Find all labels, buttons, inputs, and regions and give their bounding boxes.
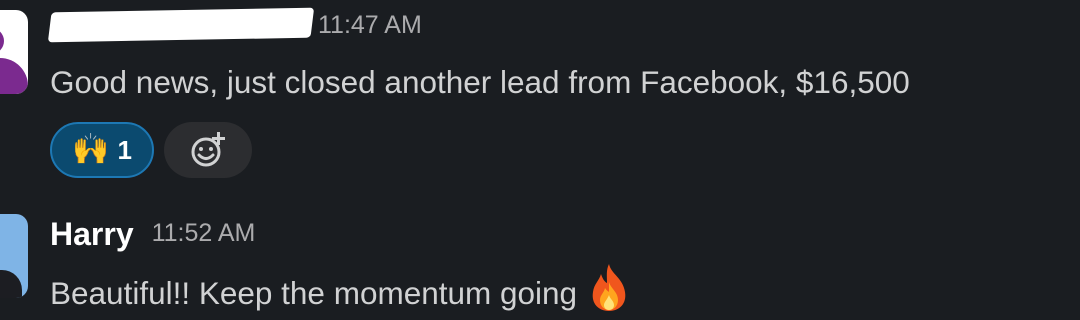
sender-name[interactable]: Harry xyxy=(50,214,134,254)
fire-icon xyxy=(592,264,626,311)
add-reaction-button[interactable] xyxy=(164,122,252,178)
avatar-body xyxy=(0,270,22,298)
message-text-line: Beautiful!! Keep the momentum going xyxy=(50,262,1060,315)
reaction-count: 1 xyxy=(117,134,132,165)
avatar-body xyxy=(0,58,28,94)
message-header: Harry 11:52 AM xyxy=(50,214,1060,254)
sender-name-redacted[interactable] xyxy=(47,7,315,43)
avatar-head xyxy=(0,28,4,54)
message-header: 11:47 AM xyxy=(47,5,1060,46)
message-text: Good news, just closed another lead from… xyxy=(50,64,910,100)
avatar[interactable] xyxy=(0,10,28,94)
reaction-raised-hands[interactable]: 🙌 1 xyxy=(50,122,154,178)
avatar[interactable] xyxy=(0,214,28,298)
reactions-bar: 🙌 1 xyxy=(50,122,1060,178)
raised-hands-emoji: 🙌 xyxy=(72,133,110,166)
timestamp[interactable]: 11:47 AM xyxy=(318,5,422,46)
timestamp[interactable]: 11:52 AM xyxy=(152,213,256,254)
message: Harry 11:52 AM Beautiful!! Keep the mome… xyxy=(50,214,1060,315)
message: 11:47 AM Good news, just closed another … xyxy=(47,5,1060,178)
add-reaction-icon xyxy=(191,132,225,167)
message-text: Beautiful!! Keep the momentum going xyxy=(50,275,578,311)
